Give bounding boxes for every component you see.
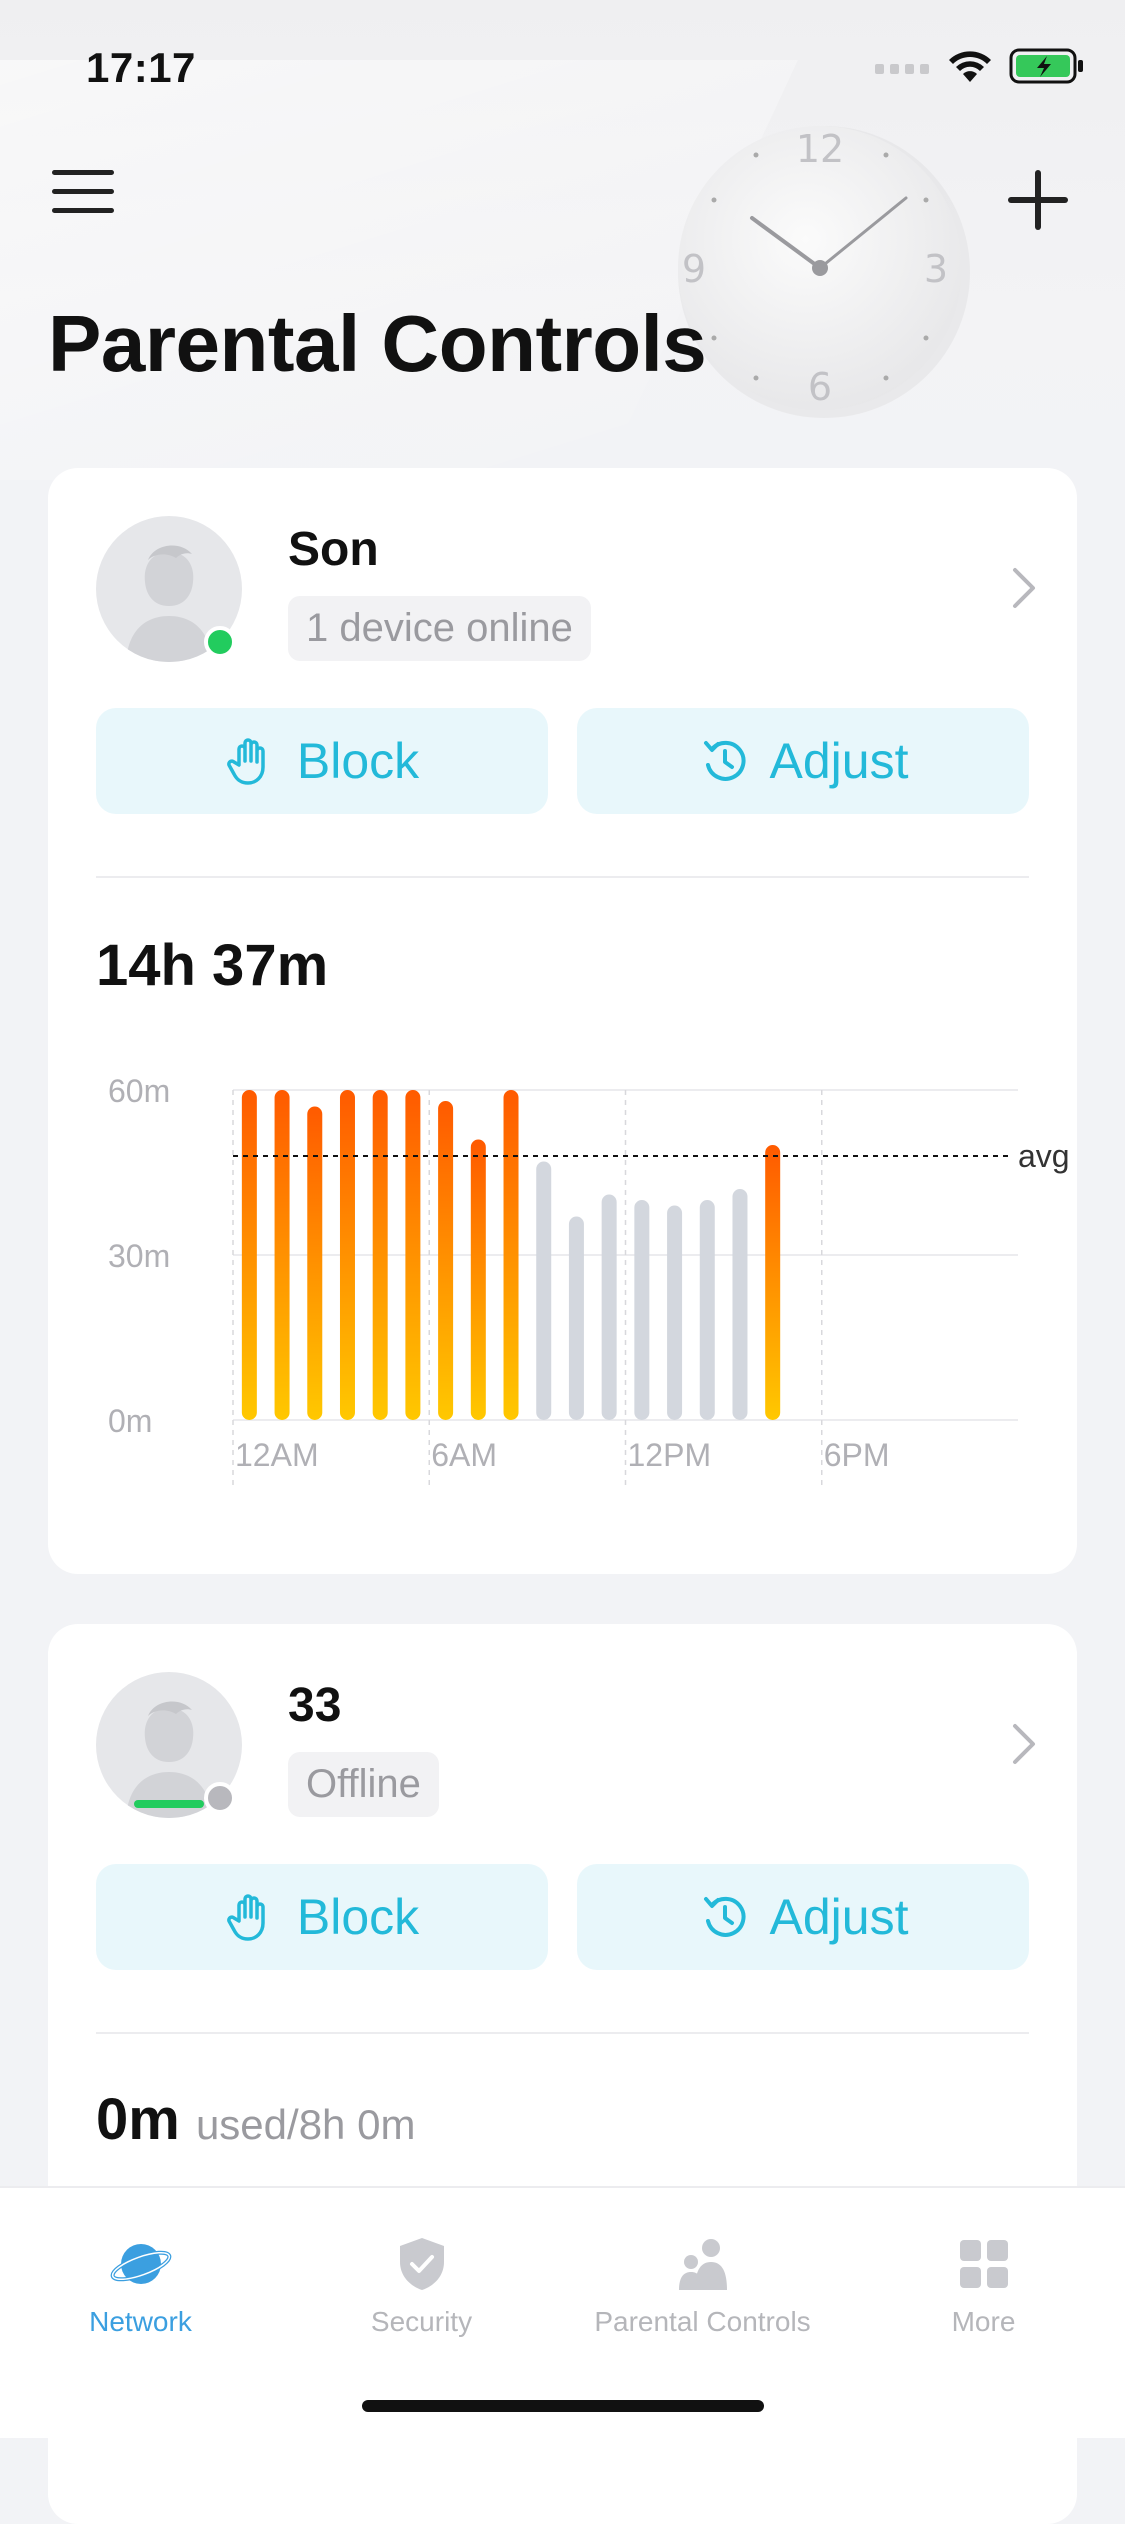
- tab-label: More: [951, 2306, 1016, 2337]
- home-indicator: [362, 2400, 764, 2412]
- screen-time-used: 0m used/8h 0m: [96, 2086, 415, 2153]
- cellular-signal-icon: [875, 64, 929, 74]
- tab-label: Security: [370, 2306, 473, 2337]
- tab-label: Network: [89, 2306, 192, 2337]
- y-tick-label: 30m: [108, 1238, 170, 1274]
- usage-bar: [241, 1090, 257, 1420]
- x-tick-label: 12AM: [235, 1437, 319, 1473]
- profile-name: 33: [288, 1679, 342, 1732]
- screen-time-total: 14h 37m: [96, 933, 329, 998]
- tab-more[interactable]: More: [843, 2234, 1124, 2338]
- avg-label: avg: [1018, 1138, 1070, 1174]
- page-title: Parental Controls: [48, 299, 707, 388]
- clock-adjust-icon: [703, 1896, 746, 1937]
- usage-bar: [274, 1090, 290, 1420]
- hand-stop-icon: [227, 738, 265, 785]
- tab-network[interactable]: Network: [0, 2234, 281, 2338]
- divider: [96, 2032, 1029, 2034]
- status-time: 17:17: [86, 44, 196, 91]
- block-button[interactable]: Block: [96, 708, 548, 814]
- usage-bar: [438, 1101, 454, 1420]
- hand-stop-icon: [227, 1894, 265, 1941]
- add-profile-button[interactable]: [1006, 168, 1070, 232]
- menu-icon: [52, 170, 114, 175]
- usage-bar: [470, 1139, 486, 1420]
- usage-bar: [339, 1090, 355, 1420]
- usage-bar: [601, 1194, 617, 1420]
- usage-bar: [536, 1161, 552, 1420]
- adjust-button[interactable]: Adjust: [577, 1864, 1029, 1970]
- clock-adjust-icon: [703, 740, 746, 781]
- usage-value: 0m: [96, 2087, 180, 2152]
- usage-bar: [634, 1200, 650, 1420]
- menu-button[interactable]: [52, 170, 114, 218]
- plus-icon: [1008, 170, 1068, 230]
- usage-bar: [765, 1145, 781, 1420]
- usage-bar: [405, 1090, 421, 1420]
- device-status-badge: Offline: [288, 1752, 439, 1817]
- y-tick-label: 60m: [108, 1073, 170, 1109]
- svg-text:3: 3: [924, 247, 948, 291]
- x-tick-label: 6PM: [824, 1437, 890, 1473]
- usage-bar: [307, 1106, 323, 1420]
- usage-limit: used/8h 0m: [195, 2101, 416, 2148]
- profile-name: Son: [288, 523, 379, 576]
- usage-indicator-bar: [134, 1800, 204, 1808]
- chevron-right-icon[interactable]: [1009, 1720, 1039, 1768]
- family-icon: [678, 2239, 727, 2290]
- block-label: Block: [296, 733, 420, 789]
- online-status-dot: [204, 626, 236, 658]
- offline-status-dot: [204, 1782, 236, 1814]
- usage-bar: [503, 1090, 519, 1420]
- tab-label: Parental Controls: [594, 2306, 811, 2337]
- block-button[interactable]: Block: [96, 1864, 548, 1970]
- svg-text:12: 12: [796, 127, 844, 171]
- usage-bar: [372, 1090, 388, 1420]
- usage-bar: [699, 1200, 715, 1420]
- device-status-badge: 1 device online: [288, 596, 591, 661]
- profile-card-son[interactable]: Son 1 device online Block Adjust 14h 37m…: [48, 468, 1077, 1574]
- chevron-right-icon[interactable]: [1009, 564, 1039, 612]
- tab-parental-controls[interactable]: Parental Controls: [562, 2234, 843, 2338]
- divider: [96, 876, 1029, 878]
- clock-illustration: 12 3 6 9: [678, 126, 970, 418]
- status-icons: [875, 48, 1085, 84]
- tab-security[interactable]: Security: [281, 2234, 562, 2338]
- block-label: Block: [296, 1889, 420, 1945]
- x-tick-label: 6AM: [431, 1437, 497, 1473]
- usage-bar: [732, 1189, 748, 1420]
- usage-chart: 0m 30m 60m 12AM 6AM 12PM 6PM avg: [108, 1073, 1070, 1490]
- adjust-label: Adjust: [769, 1889, 909, 1945]
- adjust-label: Adjust: [769, 733, 909, 789]
- shield-icon: [399, 2238, 444, 2290]
- wifi-icon: [949, 51, 991, 82]
- usage-bar: [667, 1205, 683, 1420]
- grid-icon: [959, 2240, 1008, 2288]
- usage-bar: [568, 1216, 584, 1420]
- battery-icon: [1009, 48, 1083, 84]
- x-tick-label: 12PM: [628, 1437, 712, 1473]
- svg-text:6: 6: [808, 365, 832, 409]
- y-tick-label: 0m: [108, 1403, 152, 1439]
- planet-icon: [110, 2244, 171, 2284]
- svg-text:9: 9: [682, 247, 706, 291]
- adjust-button[interactable]: Adjust: [577, 708, 1029, 814]
